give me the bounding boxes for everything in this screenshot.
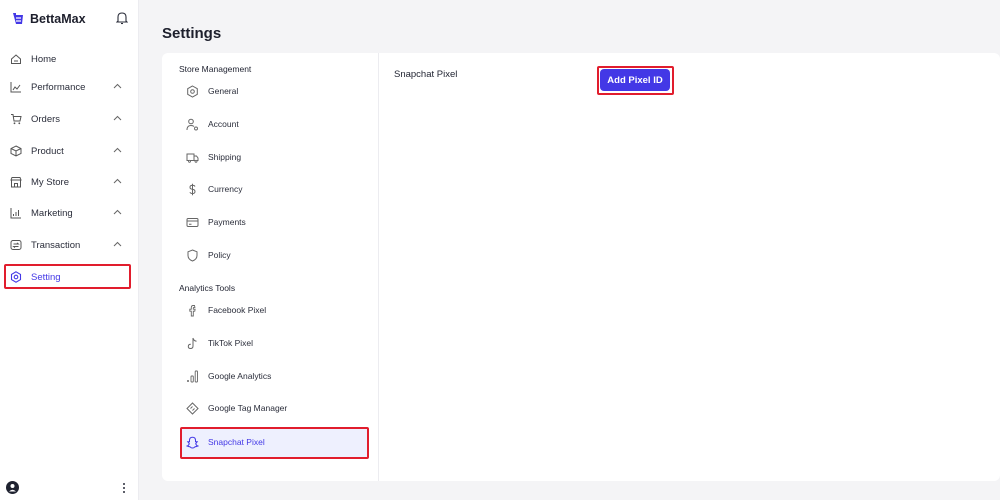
sidebar-item-my-store[interactable]: My Store	[10, 171, 131, 193]
settings-item-label: Google Tag Manager	[208, 403, 288, 413]
brand-name: BettaMax	[30, 12, 86, 26]
store-icon	[10, 176, 22, 188]
settings-item-shipping[interactable]: Shipping	[186, 148, 241, 166]
logo-icon	[12, 12, 26, 26]
analytics-icon	[186, 370, 199, 383]
settings-item-policy[interactable]: Policy	[186, 246, 231, 264]
chevron-up-icon[interactable]	[113, 209, 122, 216]
sidebar-item-label: Transaction	[31, 239, 81, 251]
settings-item-currency[interactable]: Currency	[186, 180, 242, 198]
settings-item-label: Account	[208, 119, 239, 129]
sidebar-item-label: Product	[31, 145, 64, 157]
divider	[378, 53, 379, 481]
facebook-icon	[186, 304, 199, 317]
tiktok-icon	[186, 337, 199, 350]
chevron-up-icon[interactable]	[113, 241, 122, 248]
highlight-box	[180, 427, 369, 459]
sidebar-item-label: Marketing	[31, 207, 73, 219]
highlight-box	[597, 66, 674, 95]
settings-item-general[interactable]: General	[186, 82, 238, 100]
brand[interactable]: BettaMax	[12, 10, 86, 28]
cart-icon	[10, 113, 22, 125]
settings-item-label: Google Analytics	[208, 371, 272, 381]
settings-card	[162, 53, 1000, 481]
transaction-icon	[10, 239, 22, 251]
chevron-up-icon[interactable]	[113, 178, 122, 185]
sidebar-item-home[interactable]: Home	[10, 48, 131, 70]
truck-icon	[186, 151, 199, 164]
marketing-icon	[10, 207, 22, 219]
content-label: Snapchat Pixel	[394, 69, 458, 80]
chart-icon	[10, 81, 22, 93]
settings-item-google-analytics[interactable]: Google Analytics	[186, 367, 271, 385]
sidebar-item-product[interactable]: Product	[10, 140, 131, 162]
sidebar-item-label: Home	[31, 53, 57, 65]
settings-item-label: General	[208, 86, 239, 96]
tag-manager-icon	[186, 401, 199, 415]
settings-item-label: Facebook Pixel	[208, 305, 267, 315]
section-title-store-management: Store Management	[179, 64, 252, 74]
bell-icon[interactable]	[116, 11, 128, 25]
highlight-box	[4, 264, 131, 289]
home-icon	[10, 53, 22, 65]
sidebar-item-transaction[interactable]: Transaction	[10, 234, 131, 256]
settings-item-label: Currency	[208, 184, 243, 194]
account-icon	[186, 118, 199, 131]
box-icon	[10, 145, 22, 157]
dollar-icon	[186, 183, 199, 196]
settings-item-tiktok-pixel[interactable]: TikTok Pixel	[186, 334, 253, 352]
chevron-up-icon[interactable]	[113, 147, 122, 154]
settings-item-label: Shipping	[208, 152, 242, 162]
chevron-up-icon[interactable]	[113, 115, 122, 122]
settings-item-label: Policy	[208, 250, 231, 260]
general-icon	[186, 84, 199, 98]
user-avatar-icon[interactable]	[6, 481, 19, 494]
settings-item-account[interactable]: Account	[186, 115, 239, 133]
page-title: Settings	[162, 25, 222, 42]
shield-icon	[186, 248, 199, 262]
settings-item-facebook-pixel[interactable]: Facebook Pixel	[186, 301, 266, 319]
settings-item-label: TikTok Pixel	[208, 338, 254, 348]
sidebar-item-marketing[interactable]: Marketing	[10, 202, 131, 224]
section-title-analytics-tools: Analytics Tools	[179, 283, 236, 293]
settings-item-label: Payments	[208, 217, 246, 227]
sidebar-item-label: My Store	[31, 176, 70, 188]
settings-item-google-tag-manager[interactable]: Google Tag Manager	[186, 399, 287, 417]
sidebar-item-performance[interactable]: Performance	[10, 76, 131, 98]
sidebar-item-orders[interactable]: Orders	[10, 108, 131, 130]
more-vertical-icon[interactable]	[120, 482, 128, 494]
sidebar: BettaMax Home Performance Orders Product…	[0, 0, 139, 500]
card-icon	[186, 216, 199, 229]
settings-item-payments[interactable]: Payments	[186, 213, 246, 231]
sidebar-item-label: Orders	[31, 113, 61, 125]
chevron-up-icon[interactable]	[113, 83, 122, 90]
sidebar-item-label: Performance	[31, 81, 86, 93]
